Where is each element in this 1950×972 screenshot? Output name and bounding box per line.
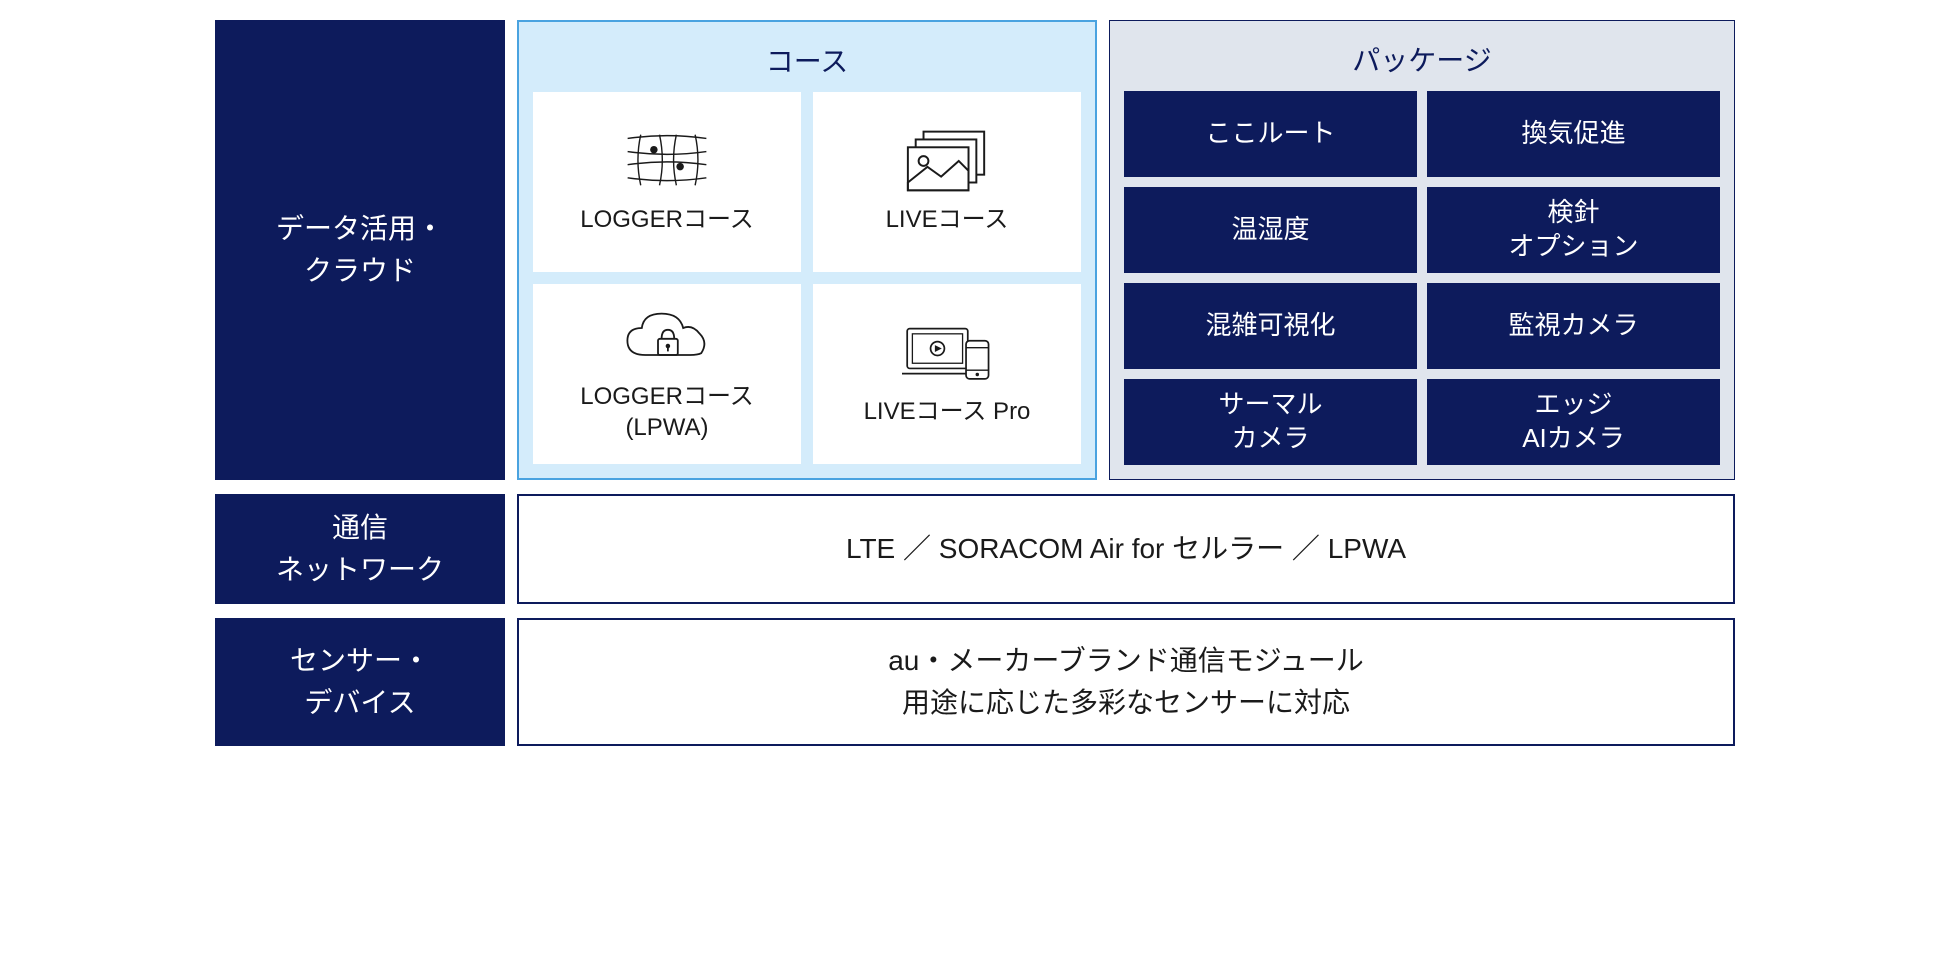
course-grid: LOGGERコース [533,92,1081,464]
label-sensors-text: センサー・デバイス [290,640,430,724]
package-item: 監視カメラ [1427,283,1720,369]
cloud-lock-icon [622,305,712,369]
package-item: ここルート [1124,91,1417,177]
network-content: LTE ／ SORACOM Air for セルラー ／ LPWA [517,494,1735,604]
course-card-logger-lpwa: LOGGERコース(LPWA) [533,284,801,464]
package-panel: パッケージ ここルート 換気促進 温湿度 検針オプション 混雑可視化 監視カメラ… [1109,20,1735,480]
label-sensors: センサー・デバイス [215,618,505,746]
package-item: 混雑可視化 [1124,283,1417,369]
course-card-live-pro: LIVEコース Pro [813,284,1081,464]
sensors-content-line2: 用途に応じた多彩なセンサーに対応 [902,682,1350,724]
package-grid: ここルート 換気促進 温湿度 検針オプション 混雑可視化 監視カメラ サーマルカ… [1124,91,1720,465]
grid-map-icon [622,128,712,192]
package-item: 検針オプション [1427,187,1720,273]
row-data-cloud: データ活用・クラウド コース [215,20,1735,480]
devices-icon [902,320,992,384]
package-item: 換気促進 [1427,91,1720,177]
package-item: 温湿度 [1124,187,1417,273]
sensors-content: au・メーカーブランド通信モジュール 用途に応じた多彩なセンサーに対応 [517,618,1735,746]
sensors-content-line1: au・メーカーブランド通信モジュール [888,640,1364,682]
course-card-logger: LOGGERコース [533,92,801,272]
package-item: サーマルカメラ [1124,379,1417,465]
label-data-cloud-text: データ活用・クラウド [276,208,444,292]
course-label: LOGGERコース(LPWA) [580,381,754,443]
row1-content: コース [517,20,1735,480]
photos-icon [902,128,992,192]
label-network: 通信ネットワーク [215,494,505,604]
course-header: コース [533,32,1081,92]
course-label: LIVEコース Pro [864,396,1031,427]
row-sensors: センサー・デバイス au・メーカーブランド通信モジュール 用途に応じた多彩なセン… [215,618,1735,746]
package-item: エッジAIカメラ [1427,379,1720,465]
service-architecture-diagram: データ活用・クラウド コース [215,20,1735,746]
course-panel: コース [517,20,1097,480]
label-network-text: 通信ネットワーク [276,507,444,591]
label-data-cloud: データ活用・クラウド [215,20,505,480]
network-content-text: LTE ／ SORACOM Air for セルラー ／ LPWA [846,528,1406,570]
course-label: LIVEコース [886,204,1009,235]
row-network: 通信ネットワーク LTE ／ SORACOM Air for セルラー ／ LP… [215,494,1735,604]
course-label: LOGGERコース [580,204,754,235]
package-header: パッケージ [1124,31,1720,91]
course-card-live: LIVEコース [813,92,1081,272]
